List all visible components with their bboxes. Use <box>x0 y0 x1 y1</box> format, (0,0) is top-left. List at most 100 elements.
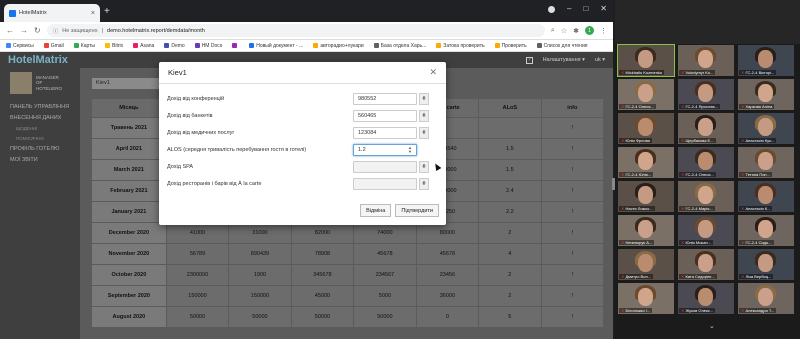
info-button[interactable]: ! <box>541 118 604 138</box>
maximize-button[interactable]: □ <box>583 4 588 13</box>
participant-video <box>638 220 653 238</box>
bookmark-item[interactable]: авторадио+лукари <box>313 43 364 49</box>
participant-tile[interactable]: ✕ Дмитро Вол... <box>618 249 674 280</box>
hotel-select[interactable]: Kiev1 <box>92 78 162 89</box>
participant-tile[interactable]: ✕ ГС-2-4 Олеся... <box>618 79 674 110</box>
bookmark-item[interactable]: Проверить <box>494 43 527 49</box>
info-button[interactable]: ! <box>541 307 604 327</box>
month-cell[interactable]: February 2021 <box>92 181 166 201</box>
settings-menu[interactable]: Налаштування ▾ <box>543 57 585 63</box>
cancel-button[interactable]: Відміна <box>360 204 392 217</box>
info-button[interactable]: ! <box>541 160 604 180</box>
bookmark-item[interactable]: Сервисы <box>6 43 34 49</box>
bookmark-item[interactable]: Новый документ - ... <box>249 43 303 49</box>
bookmark-item[interactable]: Demo <box>164 43 185 49</box>
info-button[interactable]: ! <box>541 286 604 306</box>
month-cell[interactable]: January 2021 <box>92 202 166 222</box>
bookmark-item[interactable]: База отдела Харь... <box>373 43 426 49</box>
table-cell: 1900 <box>229 265 291 285</box>
field-input[interactable] <box>353 160 417 173</box>
bookmark-item[interactable]: Затока проверить <box>436 43 485 49</box>
month-cell[interactable]: March 2021 <box>92 160 166 180</box>
new-tab-button[interactable]: + <box>104 6 110 17</box>
participant-tile[interactable]: ✕ Харкова Аліна <box>738 79 794 110</box>
participant-tile[interactable]: ✕ Тетяна Поп... <box>738 147 794 178</box>
extensions-icon[interactable]: ✱ <box>573 27 579 35</box>
menu-icon[interactable]: ⋮ <box>600 27 607 35</box>
browser-tab[interactable]: HotelMatrix × <box>4 4 100 22</box>
participant-tile[interactable]: ✕ Нечипорук А... <box>618 215 674 246</box>
sidebar-item[interactable]: ЩОДЕННІ <box>16 126 70 131</box>
sidebar-item[interactable]: ПОМІСЯЧНО <box>16 136 70 141</box>
close-window-button[interactable]: ✕ <box>600 4 607 13</box>
record-icon[interactable] <box>548 6 555 13</box>
minimize-button[interactable]: – <box>567 4 571 13</box>
bookmark-item[interactable]: Bitrix <box>105 43 123 49</box>
info-button[interactable]: ! <box>541 244 604 264</box>
bookmark-item[interactable]: Карты <box>73 43 95 49</box>
field-input[interactable] <box>353 177 417 190</box>
forward-icon[interactable]: → <box>20 26 28 35</box>
info-button[interactable]: ! <box>541 139 604 159</box>
field-input[interactable]: 560465 <box>353 109 417 122</box>
bookmark-item[interactable]: HM Docs <box>194 43 222 49</box>
participant-tile[interactable]: ✕ Білоножко І... <box>618 283 674 314</box>
info-button[interactable]: ! <box>541 181 604 201</box>
month-cell[interactable]: October 2020 <box>92 265 166 285</box>
participant-tile[interactable]: ✕ Volodymyr Ko... <box>678 45 734 76</box>
participant-tile[interactable]: ✕ Анастасія К... <box>738 181 794 212</box>
month-cell[interactable]: August 2020 <box>92 307 166 327</box>
month-cell[interactable]: April 2021 <box>92 139 166 159</box>
participant-tile[interactable]: ✕ Юлія Фрлова <box>618 113 674 144</box>
bookmark-item[interactable]: Gmail <box>43 43 64 49</box>
app-logo[interactable]: HotelMatrix <box>8 54 68 66</box>
help-icon[interactable]: ? <box>525 56 533 64</box>
sidebar-item[interactable]: ВНЕСЕННЯ ДАНИХ <box>10 115 70 121</box>
back-icon[interactable]: ← <box>6 26 14 35</box>
profile-avatar[interactable]: 1 <box>585 26 594 35</box>
participant-tile[interactable]: ✕ ГС-2-4 Олеся... <box>678 147 734 178</box>
sidebar-item[interactable]: ПАНЕЛЬ УПРАВЛІННЯ <box>10 104 70 110</box>
stepper-icon[interactable]: ▲ ▼ <box>408 145 412 153</box>
month-cell[interactable]: November 2020 <box>92 244 166 264</box>
month-cell[interactable]: December 2020 <box>92 223 166 243</box>
field-input[interactable]: 1.2 ▲ ▼ <box>353 143 417 156</box>
search-icon[interactable]: ⌕ <box>551 27 555 35</box>
url-field[interactable]: ⓘ Не защищено | demo.hotelmatrix.report/… <box>46 24 545 37</box>
info-button[interactable]: ! <box>541 202 604 222</box>
sidebar-item[interactable]: МОЇ ЗВІТИ <box>10 157 70 163</box>
bookmark-item[interactable] <box>232 43 239 48</box>
confirm-button[interactable]: Підтвердити <box>395 204 439 217</box>
close-icon[interactable]: ✕ <box>429 67 437 78</box>
bookmark-item[interactable]: Список для чтения <box>536 43 587 49</box>
month-cell[interactable]: September 2020 <box>92 286 166 306</box>
field-input[interactable]: 980552 <box>353 92 417 105</box>
participant-tile[interactable]: ✕ Юлія Мокан... <box>678 215 734 246</box>
participant-tile[interactable]: ✕ ГС-2-4 Марія... <box>678 181 734 212</box>
month-cell[interactable]: Травень 2021 <box>92 118 166 138</box>
participant-tile[interactable]: ✕ ГС-2-4 Сидо... <box>738 215 794 246</box>
participant-tile[interactable]: ✕ Александра Т... <box>738 283 794 314</box>
bookmark-icon <box>194 43 200 48</box>
participant-tile[interactable]: ✕ Настя Ложко... <box>618 181 674 212</box>
chevron-down-icon[interactable]: ⌄ <box>709 322 715 330</box>
participant-tile[interactable]: ✕ Щербакова Е... <box>678 113 734 144</box>
info-button[interactable]: ! <box>541 265 604 285</box>
sidebar-item[interactable]: ПРОФІЛЬ ГОТЕЛЮ <box>10 146 70 152</box>
participant-tile[interactable]: ✕ ГС-2-4 Вікторі... <box>738 45 794 76</box>
participant-tile[interactable]: ✕ Mickhailo Kuzmenko <box>617 44 675 77</box>
participant-tile[interactable]: ✕ Ліза Вербиц... <box>738 249 794 280</box>
participant-tile[interactable]: ✕ Катя Сидорен... <box>678 249 734 280</box>
bookmark-item[interactable]: Asana <box>133 43 154 49</box>
participant-tile[interactable]: ✕ Жуков Олекс... <box>678 283 734 314</box>
participant-tile[interactable]: ✕ Анастасія Кук... <box>738 113 794 144</box>
language-select[interactable]: uk ▾ <box>595 57 605 63</box>
participant-video <box>638 152 653 170</box>
field-input[interactable]: 123084 <box>353 126 417 139</box>
reload-icon[interactable]: ↻ <box>34 26 41 35</box>
star-icon[interactable]: ☆ <box>561 27 567 35</box>
participant-tile[interactable]: ✕ ГС-2-4 Ярослав... <box>678 79 734 110</box>
participant-tile[interactable]: ✕ ГС-2-4 Юлія... <box>618 147 674 178</box>
info-button[interactable]: ! <box>541 223 604 243</box>
close-tab-icon[interactable]: × <box>91 10 95 17</box>
